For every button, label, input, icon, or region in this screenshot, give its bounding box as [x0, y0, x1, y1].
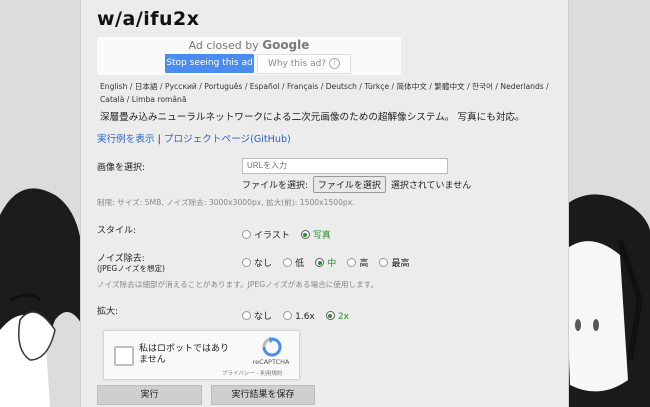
- recaptcha-links: プライバシー - 利用規約: [222, 369, 282, 377]
- radio-noise-medium[interactable]: [315, 258, 325, 267]
- language-link[interactable]: Français: [287, 82, 318, 91]
- language-link[interactable]: Português: [204, 82, 242, 91]
- limits-note: 制限: サイズ: 5MB, ノイズ除去: 3000x3000px, 拡大(前):…: [97, 198, 355, 207]
- description-text: 深層畳み込みニューラルネットワークによる二次元画像のための超解像システム。 写真…: [100, 112, 525, 123]
- radio-scale-2x[interactable]: [325, 311, 335, 320]
- recaptcha-widget: 私はロボットではありません reCAPTCHA プライバシー - 利用規約: [103, 330, 300, 380]
- recaptcha-link-separator: -: [256, 371, 259, 377]
- scale-option-none[interactable]: なし: [242, 304, 278, 323]
- language-link[interactable]: Русский: [165, 82, 197, 91]
- radio-noise-high[interactable]: [347, 258, 357, 267]
- language-separator: /: [464, 82, 473, 91]
- radio-scale-1-6x[interactable]: [283, 311, 293, 320]
- choose-file-button[interactable]: ファイルを選択: [312, 176, 386, 193]
- waifu2x-logo[interactable]: w/a/ifu2x: [97, 8, 200, 30]
- noise-option-highest[interactable]: 最高: [379, 251, 415, 270]
- links-separator: |: [157, 134, 161, 145]
- language-link[interactable]: 简体中文: [397, 82, 427, 91]
- recaptcha-checkbox[interactable]: [114, 346, 134, 366]
- noise-note: ノイズ除去は細部が消えることがあります。JPEGノイズがある場合に使用します。: [97, 280, 379, 289]
- style-label: スタイル:: [97, 226, 137, 236]
- language-separator: /: [279, 82, 287, 91]
- noise-option-medium[interactable]: 中: [315, 251, 342, 270]
- file-status: 選択されていません: [390, 181, 472, 191]
- scale-option-1-6x[interactable]: 1.6x: [283, 304, 321, 323]
- scale-options: なし 1.6x 2x: [242, 304, 355, 323]
- show-examples-link[interactable]: 実行例を表示: [97, 134, 155, 145]
- noise-option-high[interactable]: 高: [347, 251, 374, 270]
- character-illustration-right: [560, 0, 650, 407]
- why-this-ad-label: Why this ad?: [268, 59, 327, 69]
- language-link[interactable]: Türkçe: [364, 82, 389, 91]
- file-select-row: ファイルを選択: ファイルを選択 選択されていません: [242, 176, 471, 193]
- language-list: English / 日本語 / Русский / Português / Es…: [100, 80, 550, 106]
- recaptcha-label: 私はロボットではありません: [139, 344, 230, 365]
- noise-options: なし 低 中 高 最高: [242, 251, 415, 270]
- run-button[interactable]: 実行: [97, 385, 202, 405]
- scale-label: 拡大:: [97, 307, 119, 317]
- links-row: 実行例を表示 | プロジェクトページ(GitHub): [97, 131, 291, 145]
- scale-option-2x[interactable]: 2x: [325, 304, 355, 323]
- privacy-link[interactable]: プライバシー: [222, 371, 255, 377]
- language-link[interactable]: 日本語: [135, 82, 158, 91]
- language-link[interactable]: Català: [100, 95, 124, 104]
- language-link[interactable]: 한국어: [472, 82, 493, 91]
- language-separator: /: [124, 95, 132, 104]
- style-option-photo[interactable]: 写真: [300, 223, 337, 242]
- terms-link[interactable]: 利用規約: [260, 371, 282, 377]
- radio-scale-none[interactable]: [242, 311, 251, 320]
- save-result-button[interactable]: 実行結果を保存: [211, 385, 315, 405]
- radio-photo[interactable]: [300, 230, 310, 239]
- language-separator: /: [318, 82, 326, 91]
- style-option-illustration[interactable]: イラスト: [242, 223, 296, 242]
- radio-noise-low[interactable]: [283, 258, 293, 267]
- stop-seeing-ad-button[interactable]: Stop seeing this ad: [165, 54, 254, 73]
- file-select-prefix: ファイルを選択:: [242, 181, 309, 191]
- ad-closed-box: Ad closed by Google Stop seeing this ad …: [97, 37, 401, 75]
- ad-closed-text: Ad closed by Google: [97, 38, 401, 52]
- main-panel: w/a/ifu2x Ad closed by Google Stop seein…: [80, 0, 569, 407]
- noise-option-none[interactable]: なし: [242, 251, 278, 270]
- project-page-link[interactable]: プロジェクトページ(GitHub): [164, 134, 291, 145]
- recaptcha-brand: reCAPTCHA: [252, 358, 290, 366]
- language-separator: /: [242, 82, 250, 91]
- ad-closed-label: Ad closed by: [188, 39, 259, 52]
- image-select-label: 画像を選択:: [97, 163, 146, 173]
- language-link[interactable]: Nederlands: [500, 82, 543, 91]
- recaptcha-logo-icon: [249, 336, 295, 358]
- language-separator: /: [157, 82, 165, 91]
- language-separator: /: [543, 82, 549, 91]
- url-input[interactable]: [242, 158, 448, 174]
- character-illustration-left: [0, 0, 90, 407]
- radio-noise-highest[interactable]: [379, 258, 389, 267]
- language-separator: /: [389, 82, 397, 91]
- language-link[interactable]: Deutsch: [326, 82, 357, 91]
- why-this-ad-button[interactable]: Why this ad? i: [257, 54, 351, 74]
- language-link[interactable]: Español: [250, 82, 280, 91]
- google-logo: Google: [262, 38, 310, 52]
- noise-sublabel: (JPEGノイズを想定): [97, 264, 165, 273]
- info-icon: i: [328, 58, 340, 69]
- language-link[interactable]: Limba română: [132, 95, 187, 104]
- radio-noise-none[interactable]: [242, 258, 251, 267]
- language-separator: /: [127, 82, 135, 91]
- style-options: イラスト 写真: [242, 223, 337, 242]
- language-link[interactable]: English: [100, 82, 127, 91]
- language-link[interactable]: 繁體中文: [434, 82, 464, 91]
- noise-option-low[interactable]: 低: [283, 251, 310, 270]
- radio-illustration[interactable]: [242, 230, 251, 239]
